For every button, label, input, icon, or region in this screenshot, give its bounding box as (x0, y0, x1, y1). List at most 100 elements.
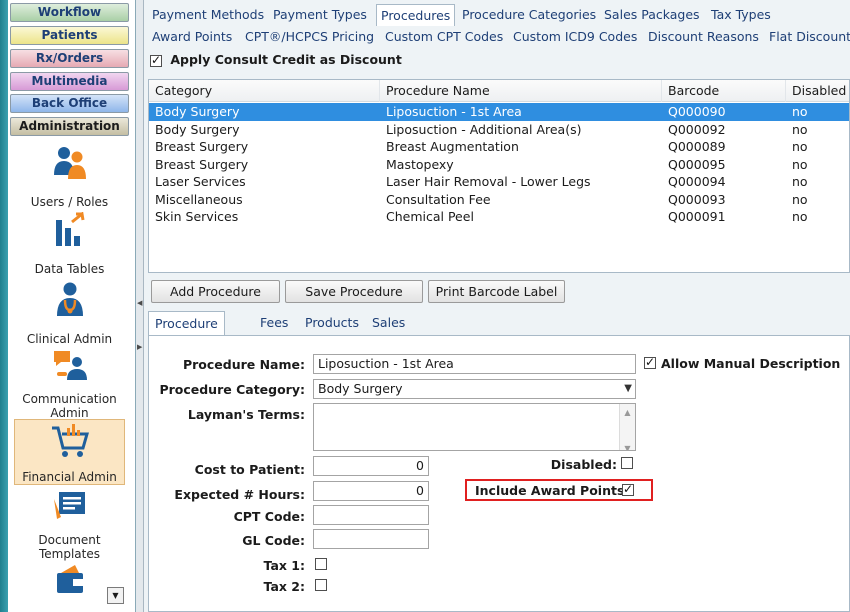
expected-hours-label: Expected # Hours: (174, 487, 305, 502)
allow-manual-description-checkbox[interactable] (644, 355, 656, 369)
expand-right-icon[interactable]: ▶ (137, 340, 142, 354)
allow-manual-description-label: Allow Manual Description (661, 356, 841, 371)
tab-products[interactable]: Products (299, 311, 365, 335)
panel-splitter[interactable]: ◀ ▶ (136, 0, 144, 612)
tab-sales-packages[interactable]: Sales Packages (600, 4, 704, 26)
disabled-checkbox[interactable] (621, 457, 633, 469)
tab-payment-methods[interactable]: Payment Methods (148, 4, 268, 26)
print-barcode-label-button[interactable]: Print Barcode Label (428, 280, 565, 303)
nav-patients-button[interactable]: Patients (10, 26, 129, 45)
nav-multimedia-button[interactable]: Multimedia (10, 72, 129, 91)
communication-icon (53, 351, 87, 380)
admin-item-label: Data Tables (34, 262, 105, 276)
procedure-category-label: Procedure Category: (159, 382, 305, 397)
admin-item-users-roles[interactable]: Users / Roles (14, 143, 125, 209)
nav-rxorders-button[interactable]: Rx/Orders (10, 49, 129, 68)
table-row[interactable]: Body Surgery Liposuction - Additional Are… (149, 121, 849, 139)
procedure-category-select[interactable]: Body Surgery ▼ (313, 379, 636, 399)
cell-barcode: Q000091 (668, 209, 726, 224)
nav-workflow-button[interactable]: Workflow (10, 3, 129, 22)
gl-code-input[interactable] (313, 529, 429, 549)
table-row[interactable]: Body Surgery Liposuction - 1st Area Q00009… (149, 103, 849, 121)
nav-backoffice-button[interactable]: Back Office (10, 94, 129, 113)
tax1-label: Tax 1: (263, 558, 305, 573)
tax2-label: Tax 2: (263, 579, 305, 594)
cell-barcode: Q000095 (668, 156, 726, 172)
cost-to-patient-input[interactable]: 0 (313, 456, 429, 476)
laymans-terms-textarea[interactable]: ▲ ▼ (313, 403, 636, 451)
tab-procedure-categories[interactable]: Procedure Categories (458, 4, 600, 26)
nav-administration-button[interactable]: Administration (10, 117, 129, 136)
cell-procedure-name: Breast Augmentation (386, 139, 519, 154)
column-header-procedure-name[interactable]: Procedure Name (380, 80, 662, 102)
tax1-checkbox[interactable] (315, 558, 327, 570)
tax2-checkbox[interactable] (315, 579, 327, 591)
admin-item-label: Communication Admin (22, 392, 117, 420)
column-header-category[interactable]: Category (149, 80, 380, 102)
cell-category: Miscellaneous (155, 191, 243, 207)
cell-disabled: no (792, 156, 808, 172)
collapse-left-icon[interactable]: ◀ (137, 296, 142, 310)
cpt-code-input[interactable] (313, 505, 429, 525)
cell-procedure-name: Consultation Fee (386, 191, 491, 207)
cost-to-patient-label: Cost to Patient: (194, 462, 305, 477)
table-row[interactable]: Breast Surgery Mastopexy Q000095 no (149, 156, 849, 174)
include-award-points-checkbox[interactable] (622, 482, 634, 496)
procedure-name-label: Procedure Name: (182, 357, 305, 372)
procedure-info-panel: Procedure Name: Liposuction - 1st Area A… (148, 335, 850, 612)
admin-item-communication-admin[interactable]: Communication Admin (14, 348, 125, 420)
cell-procedure-name: Mastopexy (386, 156, 454, 172)
admin-item-document-templates[interactable]: Document Templates (14, 489, 125, 561)
cell-category: Breast Surgery (155, 156, 249, 172)
cell-category: Laser Services (155, 174, 246, 189)
cell-disabled: no (792, 121, 808, 137)
tab-custom-cpt-codes[interactable]: Custom CPT Codes (381, 26, 507, 48)
consult-credit-checkbox[interactable] (150, 53, 162, 67)
users-icon (53, 147, 86, 179)
admin-item-financial-admin[interactable]: Financial Admin (14, 419, 125, 485)
tab-procedure-info[interactable]: Procedure Info (148, 311, 225, 355)
expected-hours-input[interactable]: 0 (313, 481, 429, 501)
disabled-label: Disabled: (550, 457, 617, 472)
table-row[interactable]: Skin Services Chemical Peel Q000091 no (149, 208, 849, 226)
cell-procedure-name: Liposuction - Additional Area(s) (386, 121, 582, 137)
laymans-terms-label: Layman's Terms: (187, 407, 305, 422)
tab-custom-icd9-codes[interactable]: Custom ICD9 Codes (509, 26, 641, 48)
bar-chart-icon (55, 212, 84, 246)
tab-discount-reasons[interactable]: Discount Reasons (644, 26, 763, 48)
column-header-barcode[interactable]: Barcode (662, 80, 786, 102)
procedures-grid: Category Procedure Name Barcode Disabled… (148, 79, 850, 273)
admin-item-clinical-admin[interactable]: Clinical Admin (14, 280, 125, 346)
table-row[interactable]: Miscellaneous Consultation Fee Q000093 no (149, 191, 849, 209)
document-icon (53, 492, 85, 519)
tab-flat-discount[interactable]: Flat Discount (765, 26, 850, 48)
add-procedure-button[interactable]: Add Procedure (151, 280, 280, 303)
tab-detail-sales-packages[interactable]: Sales Packages (366, 311, 436, 354)
tab-payment-types[interactable]: Payment Types (269, 4, 371, 26)
chevron-down-icon: ▼ (624, 383, 632, 394)
nav-scroll-down-button[interactable]: ▼ (107, 587, 124, 604)
tab-fees[interactable]: Fees (254, 311, 294, 335)
cell-barcode: Q000089 (668, 139, 726, 154)
procedure-name-input[interactable]: Liposuction - 1st Area (313, 354, 636, 374)
tab-tax-types[interactable]: Tax Types (707, 4, 775, 26)
include-award-points-label: Include Award Points: (475, 483, 630, 498)
save-procedure-button[interactable]: Save Procedure (285, 280, 423, 303)
textarea-scrollbar[interactable]: ▲ ▼ (619, 404, 635, 450)
admin-item-data-tables[interactable]: Data Tables (14, 212, 125, 276)
cell-category: Body Surgery (155, 121, 240, 137)
table-row[interactable]: Breast Surgery Breast Augmentation Q000089… (149, 138, 849, 156)
cell-category: Breast Surgery (155, 139, 249, 154)
cell-disabled: no (792, 191, 808, 207)
cart-icon (51, 424, 89, 457)
tab-award-points[interactable]: Award Points (148, 26, 236, 48)
cell-disabled: no (792, 174, 808, 189)
cell-disabled: no (792, 209, 808, 224)
admin-item-label: Clinical Admin (26, 332, 113, 346)
main-panel: Payment Methods Payment Types Procedures… (144, 0, 850, 612)
tab-cpt-hcpcs-pricing[interactable]: CPT®/HCPCS Pricing (241, 26, 378, 48)
column-header-disabled[interactable]: Disabled (786, 80, 849, 102)
doctor-icon (56, 282, 83, 316)
table-row[interactable]: Laser Services Laser Hair Removal - Lower… (149, 173, 849, 191)
tab-procedures[interactable]: Procedures (376, 4, 456, 26)
